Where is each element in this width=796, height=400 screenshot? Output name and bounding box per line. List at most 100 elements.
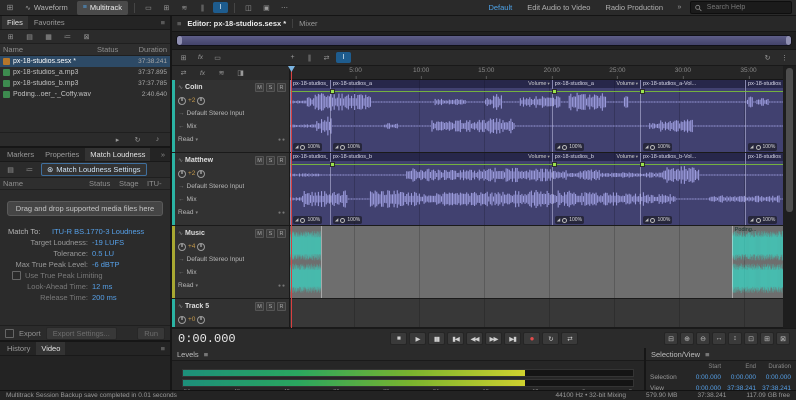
clip-gain-knob[interactable]: [300, 145, 305, 150]
move-tool[interactable]: +: [285, 52, 300, 63]
column-status[interactable]: Status: [89, 179, 119, 188]
track-header[interactable]: ∿ Music M S R +4: [172, 226, 290, 298]
tab-overflow-icon[interactable]: »: [158, 150, 168, 159]
file-row[interactable]: px-18-studios.sesx * 37:38.241: [0, 56, 170, 67]
open-file-button[interactable]: ▤: [22, 31, 37, 42]
clip-gain-badge[interactable]: ◢100%: [643, 143, 672, 151]
zoom-in-point-button[interactable]: ⊞: [760, 332, 774, 345]
panel-menu-icon[interactable]: ≡: [705, 350, 709, 359]
record-button[interactable]: ●: [523, 332, 540, 345]
tab-markers[interactable]: Markers: [2, 148, 39, 161]
pan-knob[interactable]: [197, 316, 205, 324]
tab-files[interactable]: Files: [2, 16, 28, 29]
rewind-button[interactable]: ◀◀: [466, 332, 483, 345]
metronome-toggle[interactable]: ▭: [210, 52, 225, 63]
volume-envelope[interactable]: [290, 91, 783, 92]
fade-icon[interactable]: ◢: [645, 217, 648, 223]
arm-record-button[interactable]: R: [277, 229, 286, 238]
envelope-node[interactable]: [330, 162, 335, 167]
fast-forward-button[interactable]: ▶▶: [485, 332, 502, 345]
track-name[interactable]: Matthew: [185, 157, 253, 164]
time-display[interactable]: 0:00.000: [178, 332, 298, 346]
import-file-button[interactable]: ⊞: [3, 31, 18, 42]
clip-gain-badge[interactable]: ◢100%: [333, 216, 362, 224]
drop-zone[interactable]: Drag and drop supported media files here: [0, 190, 170, 226]
clip-volume-menu[interactable]: Volume: [616, 81, 638, 87]
mute-button[interactable]: M: [255, 156, 264, 165]
match-to-value-dropdown[interactable]: ITU-R BS.1770-3 Loudness: [52, 227, 144, 236]
files-column-headers[interactable]: Name Status Duration: [0, 44, 170, 56]
track-output-selector[interactable]: Mix: [187, 196, 197, 203]
clip-volume-menu[interactable]: Volume: [528, 81, 550, 87]
envelope-node[interactable]: [552, 162, 557, 167]
track-name[interactable]: Track 5: [185, 303, 253, 310]
selection-duration[interactable]: 0:00.000: [756, 374, 791, 381]
fade-icon[interactable]: ◢: [557, 144, 560, 150]
column-stage[interactable]: Stage: [119, 179, 147, 188]
workspace-edit-audio-to-video[interactable]: Edit Audio to Video: [527, 3, 590, 12]
razor-tool-button[interactable]: ⊞: [159, 2, 174, 13]
clip-gain-knob[interactable]: [756, 145, 761, 150]
fade-icon[interactable]: ◢: [645, 144, 648, 150]
zoom-out-full-button[interactable]: ⊟: [664, 332, 678, 345]
search-help-input[interactable]: [705, 3, 787, 12]
auto-play-button[interactable]: ▸: [110, 134, 125, 145]
pan-knob[interactable]: [197, 243, 205, 251]
loop-preview-button[interactable]: ↻: [130, 134, 145, 145]
scrollbar-thumb[interactable]: [786, 68, 793, 212]
track-lane[interactable]: px-18-studios_b-V... ◢100% px-18-studios…: [290, 153, 783, 225]
target-loudness-value[interactable]: -19 LUFS: [92, 238, 124, 247]
time-selection-tool[interactable]: I: [336, 52, 351, 63]
fade-icon[interactable]: ◢: [750, 144, 753, 150]
automation-icons[interactable]: ●●: [278, 137, 286, 143]
play-button[interactable]: ▶: [409, 332, 426, 345]
selection-row[interactable]: Selection 0:00.000 0:00.000 0:00.000: [646, 372, 796, 383]
more-tools-button[interactable]: ⋯: [277, 2, 292, 13]
clip-gain-knob[interactable]: [756, 218, 761, 223]
sends-toggle[interactable]: ≋: [214, 68, 229, 79]
track-lane[interactable]: Poding...: [290, 226, 783, 298]
solo-button[interactable]: S: [266, 156, 275, 165]
tolerance-value[interactable]: 0.5 LU: [92, 249, 114, 258]
track-lane[interactable]: px-18-studios_a-V... ◢100% px-18-studios…: [290, 80, 783, 152]
mute-button[interactable]: M: [255, 83, 264, 92]
tab-history[interactable]: History: [2, 342, 35, 355]
column-itu[interactable]: ITU-: [147, 179, 167, 188]
automation-mode-selector[interactable]: Read: [178, 136, 194, 143]
io-toggle[interactable]: ⇄: [176, 68, 191, 79]
arm-record-button[interactable]: R: [277, 302, 286, 311]
fade-icon[interactable]: ◢: [295, 144, 298, 150]
column-name[interactable]: Name: [3, 179, 89, 188]
clip-gain-badge[interactable]: ◢100%: [293, 216, 322, 224]
fade-icon[interactable]: ◢: [750, 217, 753, 223]
volume-envelope[interactable]: [290, 164, 783, 165]
automation-mode-selector[interactable]: Read: [178, 209, 194, 216]
column-name[interactable]: Name: [3, 45, 97, 54]
tab-video[interactable]: Video: [36, 342, 65, 355]
add-files-button[interactable]: ▤: [3, 164, 18, 175]
clip-gain-badge[interactable]: ◢100%: [748, 216, 777, 224]
arm-record-button[interactable]: R: [277, 156, 286, 165]
selection-end[interactable]: 0:00.000: [721, 374, 756, 381]
pause-button[interactable]: ▮▮: [428, 332, 445, 345]
automation-icons[interactable]: ●●: [278, 283, 286, 289]
track-input-selector[interactable]: Default Stereo Input: [187, 110, 245, 117]
clip-gain-knob[interactable]: [562, 145, 567, 150]
preview-volume-button[interactable]: ♪: [150, 134, 165, 145]
file-row[interactable]: Poding...oer_-_Coffy.wav 2:40.640: [0, 89, 170, 100]
waveform-view-button[interactable]: ∿ Waveform: [19, 1, 74, 15]
panel-menu-icon[interactable]: ≡: [158, 18, 168, 27]
clip-volume-menu[interactable]: Volume: [528, 154, 550, 160]
run-button[interactable]: Run: [137, 327, 165, 340]
layout-button[interactable]: ▣: [259, 2, 274, 13]
fx-toggle[interactable]: fx: [195, 68, 210, 79]
playhead[interactable]: [291, 66, 292, 328]
skip-selection-button[interactable]: ⇄: [561, 332, 578, 345]
envelope-node[interactable]: [640, 162, 645, 167]
clip-gain-badge[interactable]: ◢100%: [748, 143, 777, 151]
track-header[interactable]: ∿ Colin M S R +2: [172, 80, 290, 152]
clip-volume-menu[interactable]: Volume: [616, 154, 638, 160]
mute-button[interactable]: M: [255, 302, 264, 311]
media-browser-button[interactable]: ▦: [41, 31, 56, 42]
vertical-scrollbar[interactable]: [783, 66, 796, 328]
